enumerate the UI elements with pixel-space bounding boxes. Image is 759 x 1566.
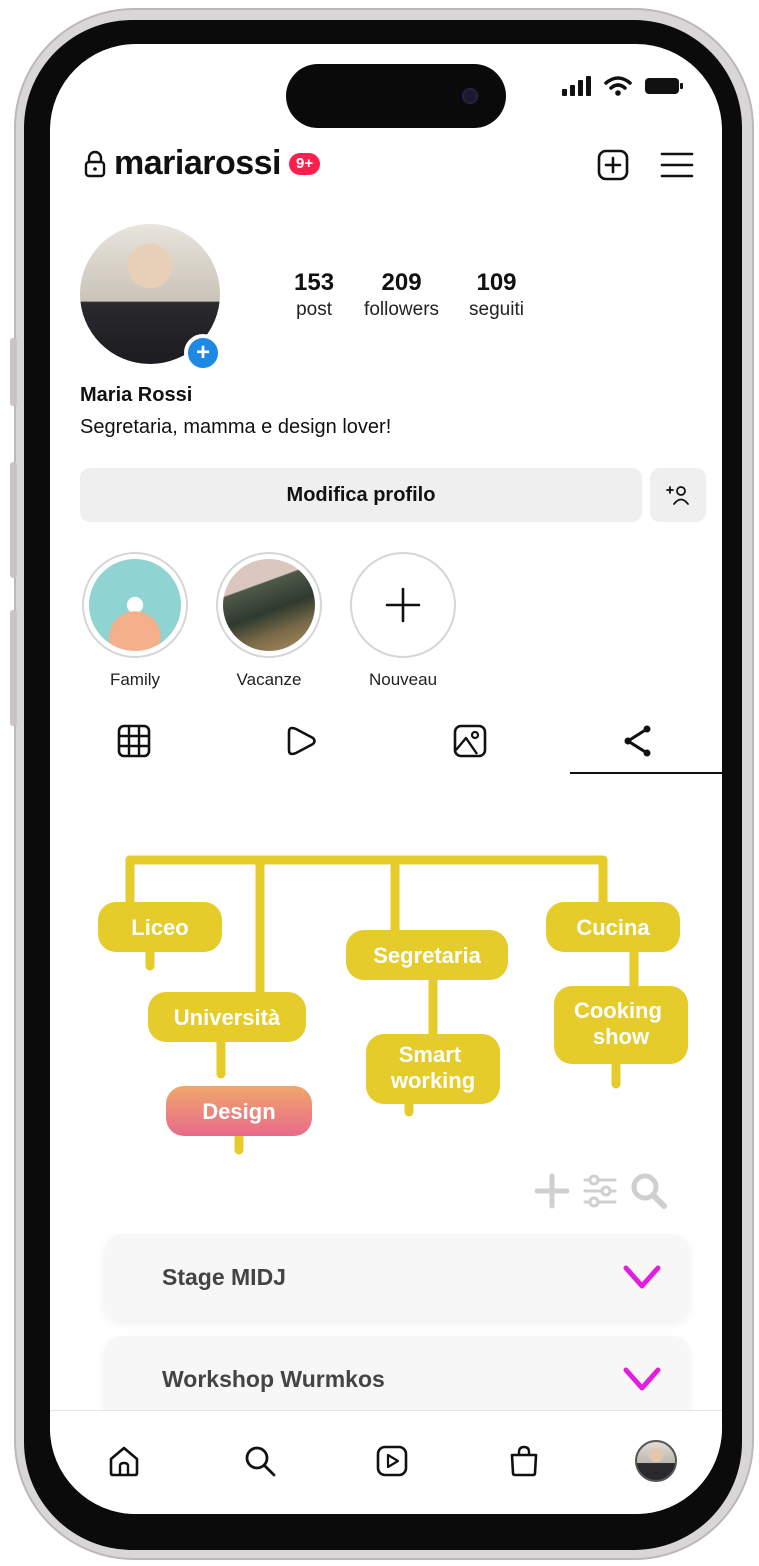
share-tree-icon [624,725,651,757]
side-button-mute [10,338,17,406]
stat-label: post [296,299,332,320]
highlight-new[interactable]: Nouveau [348,552,458,690]
bottom-nav [50,1410,722,1514]
home-icon [109,1446,139,1477]
dynamic-island [286,64,506,128]
stat-posts[interactable]: 153 post [294,269,334,321]
stat-value: 209 [381,269,422,296]
menu-icon[interactable] [660,150,694,180]
career-tree: Liceo Università Design Segretaria Smart… [98,793,688,1155]
chevron-down-icon [623,1265,661,1289]
tree-node-design[interactable]: Design [166,1086,312,1136]
tab-reels[interactable] [218,712,386,770]
tree-node-label: Smart working [390,1042,475,1093]
accordion-label: Workshop Wurmkos [162,1366,385,1392]
side-button-volume-down [10,610,17,726]
chevron-down-icon [623,1367,661,1391]
tab-tagged[interactable] [386,712,554,770]
profile-name: Maria Rossi [80,384,193,406]
tree-node-liceo[interactable]: Liceo [98,902,222,952]
reels-icon [376,1445,408,1477]
tree-node-label: Università [174,1005,281,1030]
search-icon[interactable] [630,1172,668,1210]
tree-tools [534,1172,668,1210]
profile-stats: 153 post 209 followers 109 seguiti [294,269,524,321]
highlight-cover [216,552,322,658]
add-story-button[interactable]: + [184,334,222,372]
plus-icon [385,587,421,623]
family-cover-image [89,559,181,651]
status-bar [562,76,684,96]
tree-node-label: Design [202,1099,275,1124]
camera-icon [462,88,478,104]
new-post-icon[interactable] [596,148,630,182]
add-person-icon [666,486,689,505]
profile-bio: Segretaria, mamma e design lover! [80,416,392,438]
side-button-volume-up [10,462,17,578]
reels-icon [287,726,316,756]
search-icon [245,1446,276,1477]
highlight-vacanze[interactable]: Vacanze [214,552,324,690]
filter-icon[interactable] [582,1173,618,1209]
tab-grid[interactable] [50,712,218,770]
profile-header: mariarossi 9+ [84,144,694,188]
highlight-label: Family [109,670,161,689]
grid-icon [117,724,151,758]
username: mariarossi [114,144,282,182]
tagged-photo-icon [453,724,487,758]
stat-value: 153 [294,269,335,296]
nav-profile[interactable] [632,1437,680,1485]
header-actions [596,148,694,182]
stat-followers[interactable]: 209 followers [364,269,439,321]
highlight-cover [350,552,456,658]
tree-node-label: Cucina [576,915,650,940]
active-tab-indicator [570,772,722,774]
accordion-label: Stage MIDJ [162,1264,286,1290]
nav-home[interactable] [100,1437,148,1485]
stat-label: followers [364,299,440,320]
stat-value: 109 [476,269,517,296]
tree-node-universita[interactable]: Università [148,992,306,1042]
highlight-label: Vacanze [236,670,302,689]
mountain-cover-image [223,559,315,651]
screen: mariarossi 9+ + 153 post 209 followers 1… [50,44,722,1514]
shop-icon [510,1445,538,1477]
tab-share-tree[interactable] [554,712,722,770]
highlight-label: Nouveau [368,670,438,689]
notification-badge: 9+ [289,152,321,175]
highlight-family[interactable]: Family [80,552,190,690]
accordion-item[interactable]: Stage MIDJ [104,1234,690,1320]
nav-reels[interactable] [368,1437,416,1485]
discover-people-button[interactable] [650,468,706,522]
tree-node-label: Segretaria [373,943,481,968]
wifi-icon [604,76,632,96]
nav-shop[interactable] [500,1437,548,1485]
tree-node-label: Liceo [131,915,188,940]
tree-node-cucina[interactable]: Cucina [546,902,680,952]
profile-avatar [635,1440,677,1482]
highlight-cover [82,552,188,658]
stat-label: seguiti [469,299,524,320]
signal-icon [562,76,591,96]
tree-node-segretaria[interactable]: Segretaria [346,930,508,980]
username-row[interactable]: mariarossi 9+ [84,144,321,183]
nav-search[interactable] [236,1437,284,1485]
lock-icon [84,150,106,177]
add-icon[interactable] [534,1173,570,1209]
battery-icon [645,78,683,94]
profile-tabs [50,712,722,776]
tree-node-cooking-show[interactable]: Cooking show [554,986,688,1064]
tree-node-smart-working[interactable]: Smart working [366,1034,500,1104]
edit-profile-button[interactable]: Modifica profilo [80,468,642,522]
stat-following[interactable]: 109 seguiti [469,269,524,321]
